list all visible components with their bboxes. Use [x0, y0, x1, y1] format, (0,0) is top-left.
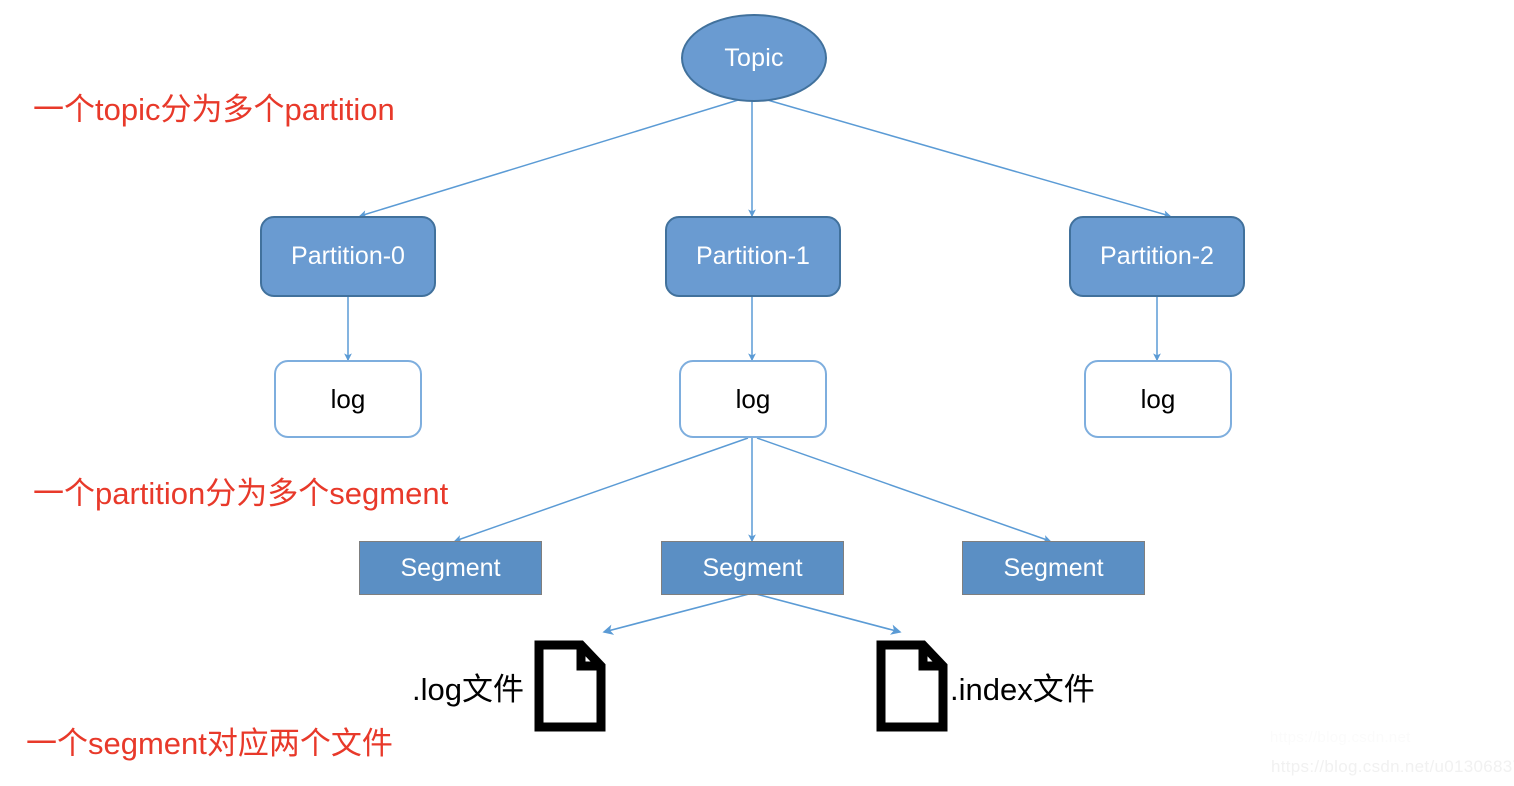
node-segment-0-label: Segment — [400, 553, 501, 582]
document-file-icon — [876, 640, 948, 732]
node-partition-2-label: Partition-2 — [1100, 242, 1214, 270]
file-index-label: .index文件 — [950, 671, 1095, 707]
edge-log-to-segments — [453, 437, 1052, 543]
file-log[interactable]: .log文件 — [412, 640, 606, 732]
document-file-icon — [534, 640, 606, 732]
node-log-2[interactable]: log — [1084, 360, 1232, 438]
node-partition-0[interactable]: Partition-0 — [260, 216, 436, 297]
node-log-2-label: log — [1140, 383, 1176, 414]
node-segment-1[interactable]: Segment — [661, 541, 844, 595]
diagram-canvas: Topic Partition-0 Partition-1 Partition-… — [0, 0, 1514, 786]
edge-topic-to-partitions — [358, 96, 1172, 218]
node-segment-0[interactable]: Segment — [359, 541, 542, 595]
node-topic-label: Topic — [724, 43, 784, 72]
node-log-0[interactable]: log — [274, 360, 422, 438]
edge-partitions-to-logs — [344, 297, 1161, 362]
node-partition-1-label: Partition-1 — [696, 242, 810, 270]
annotation-topic-partition: 一个topic分为多个partition — [33, 92, 395, 127]
annotation-partition-segment: 一个partition分为多个segment — [33, 476, 449, 511]
node-topic[interactable]: Topic — [681, 14, 827, 102]
edge-segment-to-files — [602, 593, 902, 635]
node-log-1-label: log — [735, 383, 771, 414]
watermark-secondary: https://blog.csdn.net — [1270, 729, 1411, 746]
annotation-segment-files: 一个segment对应两个文件 — [26, 726, 393, 761]
node-partition-1[interactable]: Partition-1 — [665, 216, 841, 297]
node-segment-2-label: Segment — [1003, 553, 1104, 582]
node-partition-2[interactable]: Partition-2 — [1069, 216, 1245, 297]
file-index[interactable]: .index文件 — [876, 640, 1095, 732]
file-log-label: .log文件 — [412, 671, 524, 707]
watermark-primary: https://blog.csdn.net/u013068377 — [1271, 757, 1514, 776]
node-segment-1-label: Segment — [702, 553, 803, 582]
node-segment-2[interactable]: Segment — [962, 541, 1145, 595]
node-log-0-label: log — [330, 383, 366, 414]
node-partition-0-label: Partition-0 — [291, 242, 405, 270]
node-log-1[interactable]: log — [679, 360, 827, 438]
